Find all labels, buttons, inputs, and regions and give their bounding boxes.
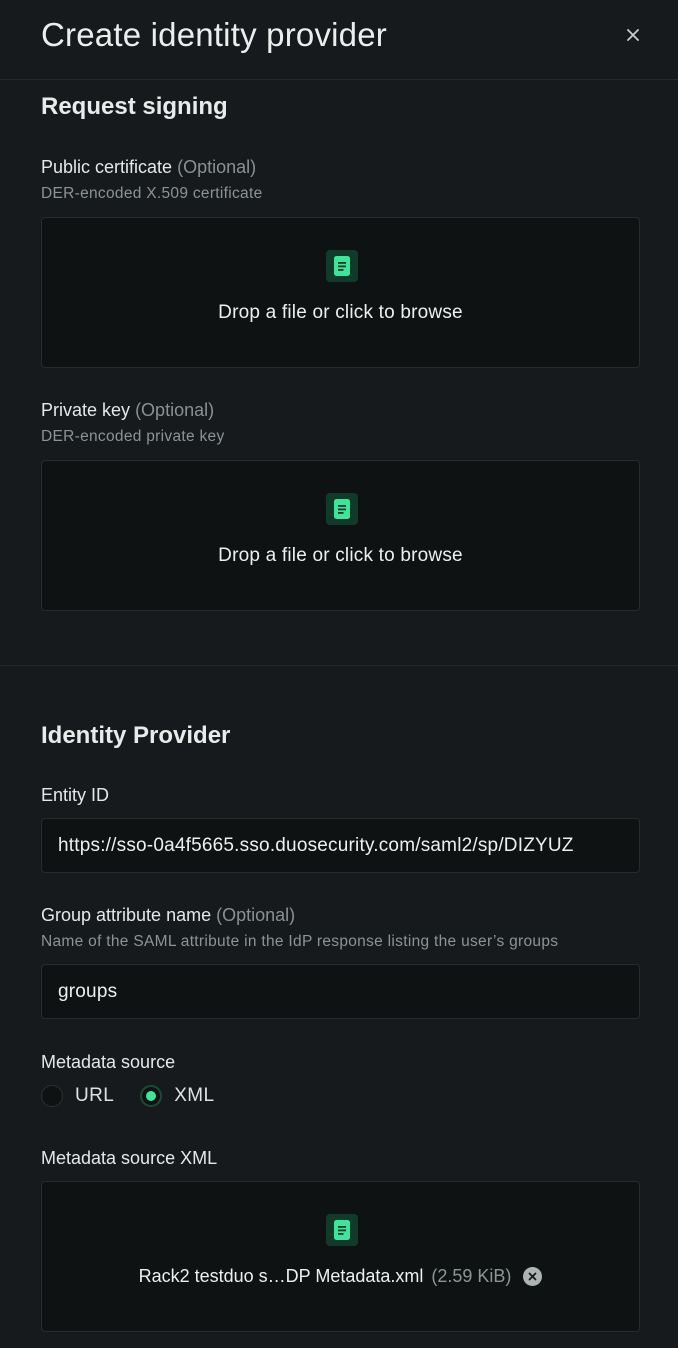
- create-identity-provider-dialog: Create identity provider Request signing…: [0, 0, 678, 1348]
- group-attribute-label: Group attribute name (Optional): [41, 905, 295, 926]
- dialog-header: Create identity provider: [0, 0, 678, 80]
- radio-option-xml[interactable]: XML: [140, 1085, 214, 1107]
- metadata-xml-dropzone[interactable]: Rack2 testduo s…DP Metadata.xml (2.59 Ki…: [41, 1181, 640, 1332]
- private-key-dropzone[interactable]: Drop a file or click to browse: [41, 460, 640, 611]
- dialog-title: Create identity provider: [41, 16, 387, 53]
- group-attribute-value: groups: [58, 980, 118, 1002]
- section-title-request-signing: Request signing: [41, 93, 228, 120]
- optional-tag: (Optional): [135, 400, 215, 420]
- group-attribute-input[interactable]: groups: [41, 964, 640, 1019]
- radio-label-xml: XML: [174, 1085, 215, 1106]
- public-certificate-label: Public certificate (Optional): [41, 157, 256, 178]
- radio-xml[interactable]: [140, 1085, 163, 1107]
- file-icon: [326, 250, 358, 282]
- public-certificate-hint: DER-encoded X.509 certificate: [41, 185, 263, 202]
- optional-tag: (Optional): [216, 905, 296, 925]
- metadata-source-label: Metadata source: [41, 1052, 176, 1072]
- entity-id-input[interactable]: https://sso-0a4f5665.sso.duosecurity.com…: [41, 818, 640, 873]
- radio-url[interactable]: [41, 1085, 63, 1107]
- private-key-hint: DER-encoded private key: [41, 428, 225, 445]
- file-name: Rack2 testduo s…DP Metadata.xml: [138, 1266, 424, 1286]
- entity-id-value: https://sso-0a4f5665.sso.duosecurity.com…: [58, 834, 574, 856]
- private-key-label: Private key (Optional): [41, 400, 214, 421]
- remove-file-icon[interactable]: [523, 1267, 543, 1286]
- entity-id-label: Entity ID: [41, 785, 110, 805]
- radio-option-url[interactable]: URL: [41, 1085, 114, 1107]
- optional-tag: (Optional): [177, 157, 257, 177]
- radio-label-url: URL: [75, 1085, 115, 1106]
- section-divider: [0, 665, 678, 666]
- dropzone-text: Drop a file or click to browse: [218, 302, 463, 323]
- file-size: (2.59 KiB): [431, 1266, 512, 1286]
- private-key-label-text: Private key: [41, 400, 131, 420]
- metadata-xml-label: Metadata source XML: [41, 1148, 218, 1168]
- close-icon: [627, 29, 639, 41]
- close-button[interactable]: [622, 24, 644, 46]
- group-attribute-label-text: Group attribute name: [41, 905, 212, 925]
- group-attribute-hint: Name of the SAML attribute in the IdP re…: [41, 933, 559, 950]
- file-icon: [326, 493, 358, 525]
- public-certificate-label-text: Public certificate: [41, 157, 173, 177]
- public-certificate-dropzone[interactable]: Drop a file or click to browse: [41, 217, 640, 368]
- dropzone-text: Drop a file or click to browse: [218, 545, 463, 566]
- metadata-source-radio-group: URL XML: [41, 1085, 241, 1107]
- file-icon: [326, 1214, 358, 1246]
- section-title-identity-provider: Identity Provider: [41, 722, 231, 749]
- selected-file: Rack2 testduo s…DP Metadata.xml (2.59 Ki…: [42, 1266, 639, 1287]
